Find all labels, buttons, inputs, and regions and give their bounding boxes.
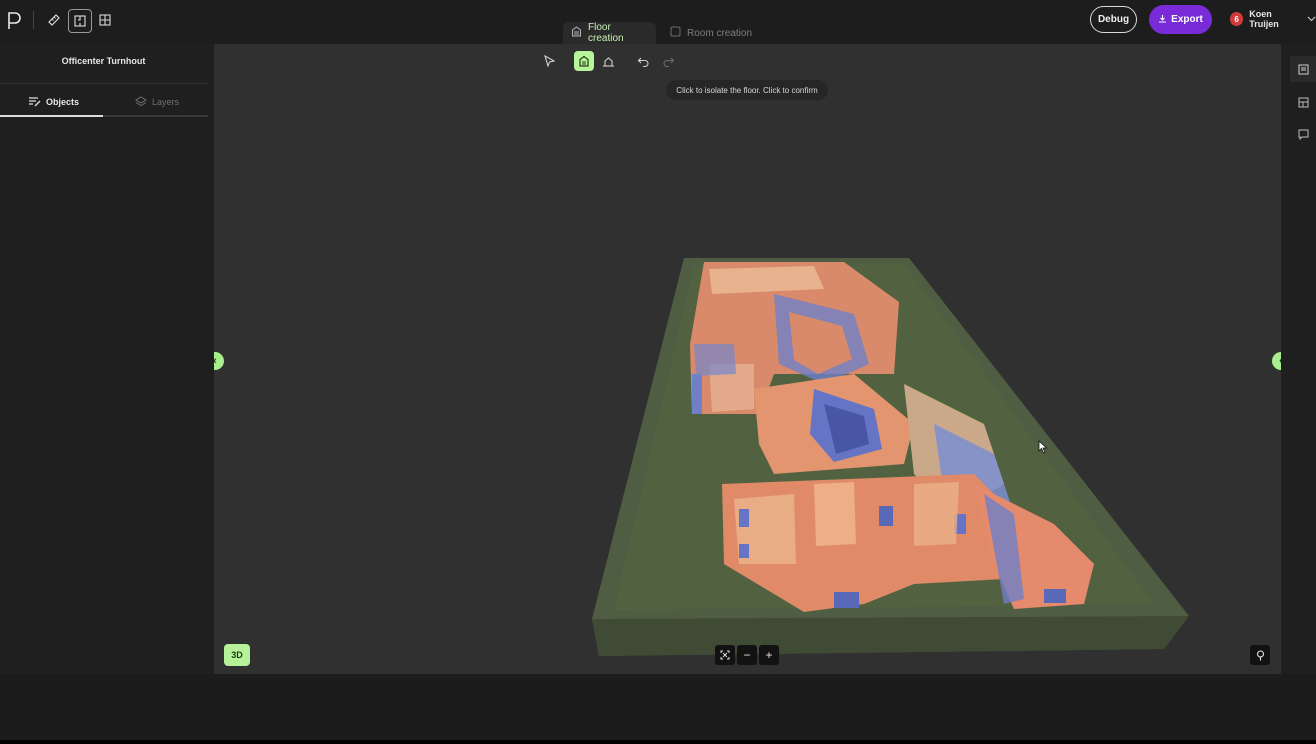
avatar: 6	[1230, 12, 1244, 26]
square-icon	[670, 26, 681, 40]
export-button[interactable]: Export	[1149, 5, 1212, 34]
zoom-controls: − +	[715, 645, 779, 665]
panel-icon[interactable]	[1290, 56, 1316, 82]
undo-icon[interactable]	[633, 51, 653, 71]
debug-button[interactable]: Debug	[1090, 6, 1137, 33]
debug-label: Debug	[1097, 14, 1130, 25]
top-bar: Floor creation Room creation Debug Expor…	[0, 0, 1316, 44]
bottom-panel	[0, 674, 1316, 740]
tab-label: Layers	[152, 97, 180, 107]
right-rail	[1281, 44, 1316, 674]
tab-label: Floor creation	[588, 22, 624, 44]
bottom-strip	[0, 740, 1316, 744]
active-tab-indicator	[0, 115, 103, 117]
zoom-out-icon[interactable]: −	[737, 645, 757, 665]
p-logo-icon[interactable]	[6, 10, 24, 30]
tab-label: Room creation	[687, 27, 753, 39]
mouse-cursor-icon	[1038, 440, 1048, 457]
point-cloud-scene[interactable]	[214, 44, 1281, 674]
tab-underline	[103, 115, 208, 117]
eraser-icon[interactable]	[598, 51, 618, 71]
export-label: Export	[1171, 14, 1203, 25]
ruler-icon[interactable]	[43, 9, 65, 31]
layout-icon[interactable]	[1290, 89, 1316, 115]
chevron-left-icon: ‹	[214, 355, 217, 367]
left-sidebar: Officenter Turnhout Objects Layers	[0, 44, 214, 674]
list-edit-icon	[28, 96, 41, 109]
floor-isolate-icon[interactable]	[574, 51, 594, 71]
tab-objects[interactable]: Objects	[28, 94, 79, 110]
download-icon	[1158, 14, 1167, 26]
view-mode-toggle[interactable]: 3D	[224, 644, 250, 666]
divider	[0, 83, 208, 84]
3d-viewport[interactable]: Click to isolate the floor. Click to con…	[214, 44, 1281, 674]
divider	[33, 11, 34, 29]
tab-label: Objects	[46, 97, 80, 107]
location-pin-icon[interactable]	[1250, 645, 1270, 665]
chevron-down-icon	[1307, 14, 1316, 24]
comment-icon[interactable]	[1290, 121, 1316, 147]
redo-icon[interactable]	[658, 51, 678, 71]
select-icon[interactable]	[539, 51, 559, 71]
tab-layers[interactable]: Layers	[135, 94, 179, 110]
user-name: Koen Truijen	[1249, 9, 1279, 29]
tab-room-creation[interactable]: Room creation	[662, 22, 760, 44]
project-title: Officenter Turnhout	[61, 56, 146, 66]
floorplan-icon[interactable]	[68, 9, 92, 33]
layers-icon	[135, 95, 147, 109]
zoom-in-icon[interactable]: +	[759, 645, 779, 665]
fit-icon[interactable]	[715, 645, 735, 665]
user-menu[interactable]: 6 Koen Truijen	[1230, 9, 1316, 29]
hint-tooltip: Click to isolate the floor. Click to con…	[666, 80, 828, 100]
grid-icon[interactable]	[94, 9, 116, 31]
building-icon	[571, 26, 582, 40]
tab-floor-creation[interactable]: Floor creation	[563, 22, 656, 44]
